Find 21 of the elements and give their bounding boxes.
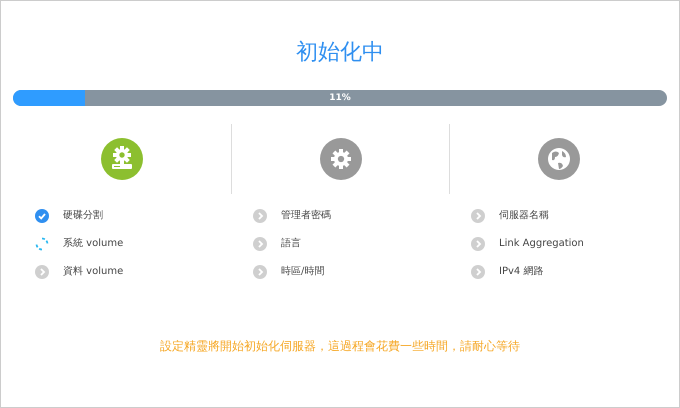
chevron-icon [35,264,49,278]
progress-reading: 11% [328,92,352,105]
chevron-icon [471,264,485,278]
step-label: 伺服器名稱 [499,209,549,223]
chevron-icon [253,208,267,222]
step-label: Link Aggregation [499,237,584,251]
step-label: IPv4 網路 [499,265,544,279]
step-label: 時區/時間 [281,264,324,279]
check-icon [35,208,49,222]
step-label: 硬碟分割 [63,208,103,223]
step-label: 資料 volume [63,264,124,279]
chevron-icon [471,208,485,222]
page-title: 初始化中 [296,39,384,67]
chevron-icon [471,236,485,250]
step-label: 管理者密碼 [281,208,331,223]
step-label: 語言 [281,236,301,251]
chevron-icon [253,264,267,278]
step-label: 系統 volume [63,236,124,251]
footer-message: 設定精靈將開始初始化伺服器，這過程會花費一些時間，請耐心等待 [160,338,520,355]
chevron-icon [253,236,267,250]
spinner-icon [35,236,49,250]
